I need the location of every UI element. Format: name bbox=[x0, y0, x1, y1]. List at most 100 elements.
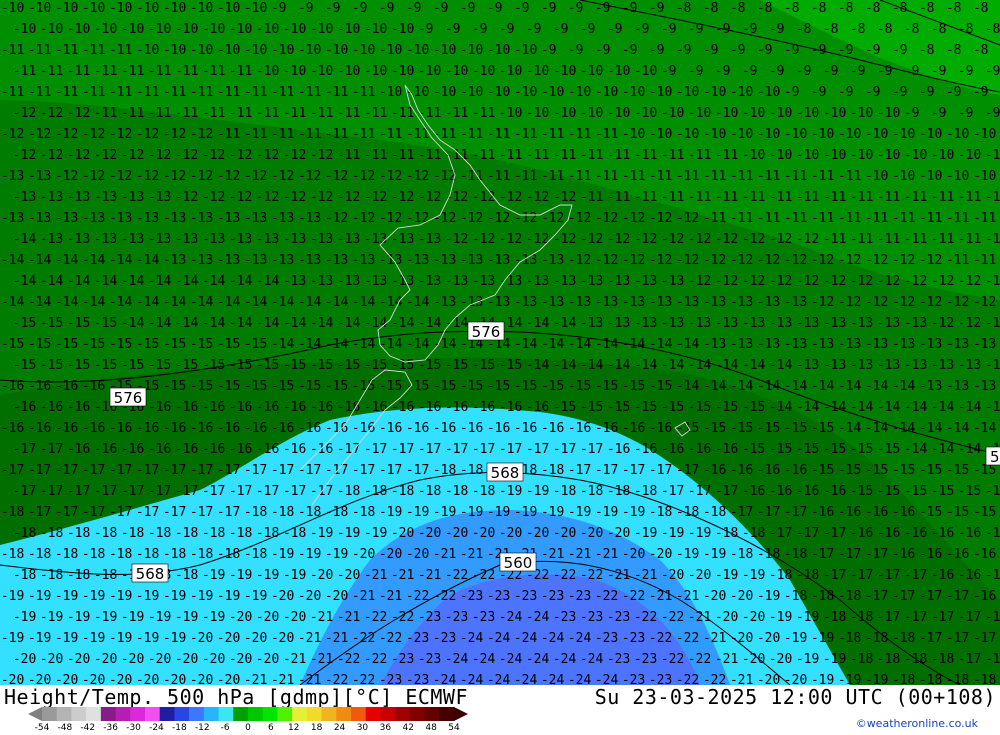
isotherm-value: -23 bbox=[418, 610, 441, 625]
isotherm-value: -20 bbox=[418, 526, 441, 541]
isotherm-value: -15 bbox=[229, 358, 252, 373]
isotherm-value: -13 bbox=[850, 316, 873, 331]
isotherm-value: -19 bbox=[202, 610, 225, 625]
isotherm-value: -8 bbox=[838, 1, 854, 16]
isotherm-value: -20 bbox=[742, 610, 765, 625]
isotherm-value: -16 bbox=[229, 400, 252, 415]
isotherm-value: -19 bbox=[217, 589, 240, 604]
isotherm-value: -11 bbox=[877, 232, 900, 247]
isotherm-value: -12 bbox=[730, 253, 753, 268]
isotherm-value: -15 bbox=[487, 379, 510, 394]
isotherm-value: -9 bbox=[892, 43, 908, 58]
isotherm-value: -18 bbox=[460, 463, 483, 478]
isotherm-value: -11 bbox=[298, 127, 321, 142]
isotherm-value: -12 bbox=[931, 316, 954, 331]
isotherm-value: -22 bbox=[391, 610, 414, 625]
isotherm-value: -20 bbox=[769, 652, 792, 667]
isotherm-value: -14 bbox=[919, 421, 943, 436]
isotherm-value: -9 bbox=[271, 1, 287, 16]
isotherm-value: -10 bbox=[769, 106, 792, 121]
isotherm-value: -15 bbox=[649, 379, 672, 394]
isotherm-value: -17 bbox=[244, 463, 267, 478]
isotherm-value: -15 bbox=[28, 337, 51, 352]
isotherm-value: -13 bbox=[325, 253, 348, 268]
isotherm-value: -14 bbox=[973, 421, 997, 436]
isotherm-value: -15 bbox=[676, 421, 699, 436]
isotherm-value: -18 bbox=[271, 505, 294, 520]
credit-link[interactable]: ©weatheronline.co.uk bbox=[856, 717, 978, 730]
isotherm-value: -17 bbox=[472, 442, 495, 457]
isotherm-value: -10 bbox=[823, 148, 846, 163]
isotherm-value: -10 bbox=[136, 1, 159, 16]
height-label: 576 bbox=[110, 388, 146, 407]
isotherm-value: -15 bbox=[607, 400, 630, 415]
isotherm-value: -13 bbox=[460, 295, 483, 310]
isotherm-value: -13 bbox=[784, 337, 807, 352]
isotherm-value: -18 bbox=[283, 526, 306, 541]
isotherm-value: -15 bbox=[67, 316, 90, 331]
isotherm-value: -16 bbox=[946, 547, 969, 562]
colorbar-swatch bbox=[410, 707, 425, 721]
isotherm-value: -12 bbox=[487, 211, 510, 226]
isotherm-value: -17 bbox=[919, 631, 942, 646]
colorbar-swatch bbox=[42, 707, 57, 721]
isotherm-value: -14 bbox=[136, 295, 160, 310]
isotherm-value: -9 bbox=[985, 64, 1000, 79]
height-label: 576 bbox=[468, 322, 504, 341]
isotherm-value: -20 bbox=[190, 631, 213, 646]
isotherm-value: -19 bbox=[796, 652, 819, 667]
isotherm-value: -16 bbox=[958, 568, 981, 583]
isotherm-value: -24 bbox=[487, 631, 511, 646]
isotherm-value: -12 bbox=[364, 190, 387, 205]
isotherm-value: -15 bbox=[811, 421, 834, 436]
isotherm-value: -11 bbox=[136, 85, 159, 100]
isotherm-value: -11 bbox=[838, 211, 861, 226]
isotherm-value: -20 bbox=[757, 631, 780, 646]
isotherm-value: -13 bbox=[904, 358, 927, 373]
isotherm-value: -11 bbox=[82, 85, 105, 100]
isotherm-value: -16 bbox=[67, 442, 90, 457]
isotherm-value: -11 bbox=[514, 127, 537, 142]
isotherm-value: -13 bbox=[244, 211, 267, 226]
isotherm-value: -16 bbox=[82, 421, 105, 436]
isotherm-value: -13 bbox=[418, 232, 441, 247]
isotherm-value: -11 bbox=[973, 211, 996, 226]
isotherm-value: -15 bbox=[121, 358, 144, 373]
isotherm-value: -9 bbox=[838, 85, 854, 100]
isotherm-value: -10 bbox=[364, 22, 387, 37]
isotherm-value: -13 bbox=[163, 211, 186, 226]
colorbar-tick-label: 54 bbox=[448, 723, 459, 733]
height-label-text: 576 bbox=[114, 389, 143, 407]
isotherm-value: -20 bbox=[175, 652, 198, 667]
isotherm-value: -19 bbox=[703, 547, 726, 562]
colorbar-tick-label: -54 bbox=[35, 723, 50, 733]
isotherm-value: -17 bbox=[364, 442, 387, 457]
isotherm-value: -13 bbox=[82, 211, 105, 226]
isotherm-value: -16 bbox=[838, 505, 861, 520]
isotherm-value: -15 bbox=[406, 379, 429, 394]
isotherm-value: -14 bbox=[175, 274, 199, 289]
isotherm-value: -15 bbox=[13, 316, 36, 331]
isotherm-value: -18 bbox=[838, 631, 861, 646]
isotherm-value: -18 bbox=[769, 568, 792, 583]
isotherm-value: -14 bbox=[379, 337, 403, 352]
isotherm-value: -24 bbox=[433, 673, 457, 685]
isotherm-value: -9 bbox=[784, 85, 800, 100]
isotherm-value: -10 bbox=[487, 85, 510, 100]
isotherm-value: -11 bbox=[622, 169, 645, 184]
isotherm-value: -12 bbox=[676, 211, 699, 226]
isotherm-value: -12 bbox=[958, 274, 981, 289]
isotherm-value: -17 bbox=[109, 505, 132, 520]
isotherm-value: -11 bbox=[580, 190, 603, 205]
isotherm-value: -14 bbox=[55, 253, 79, 268]
isotherm-value: -15 bbox=[217, 379, 240, 394]
isotherm-value: -21 bbox=[541, 547, 564, 562]
isotherm-value: -11 bbox=[121, 106, 144, 121]
isotherm-value: -24 bbox=[568, 673, 592, 685]
isotherm-value: -24 bbox=[487, 673, 511, 685]
isotherm-value: -13 bbox=[298, 211, 321, 226]
isotherm-value: -24 bbox=[541, 673, 565, 685]
isotherm-value: -9 bbox=[499, 22, 515, 37]
isotherm-value: -13 bbox=[973, 379, 996, 394]
isotherm-value: -10 bbox=[94, 22, 117, 37]
